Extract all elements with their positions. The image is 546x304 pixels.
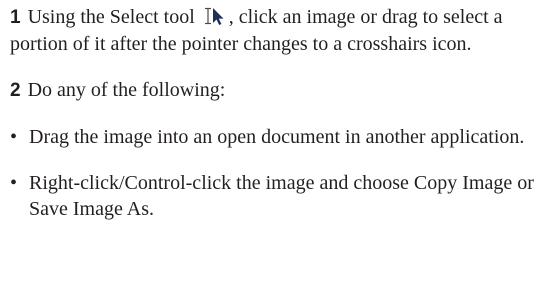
list-item: • Drag the image into an open document in… [10, 124, 540, 150]
step-2: 2 Do any of the following: [10, 77, 540, 104]
list-item-text: Drag the image into an open document in … [29, 126, 525, 148]
list-item: • Right-click/Control-click the image and… [10, 170, 540, 222]
step-number: 2 [10, 80, 21, 101]
bullet-icon: • [10, 126, 18, 148]
select-tool-icon [202, 6, 229, 26]
step-1-text-start: Using the Select tool [27, 6, 195, 28]
list-item-text: Right-click/Control-click the image and … [29, 172, 534, 220]
instructions-document: 1 Using the Select tool , click an image … [10, 4, 540, 222]
bullet-icon: • [10, 172, 18, 194]
step-1: 1 Using the Select tool , click an image … [10, 4, 540, 57]
step-2-text: Do any of the following: [27, 79, 226, 101]
options-list: • Drag the image into an open document in… [10, 124, 540, 222]
step-number: 1 [10, 7, 21, 28]
